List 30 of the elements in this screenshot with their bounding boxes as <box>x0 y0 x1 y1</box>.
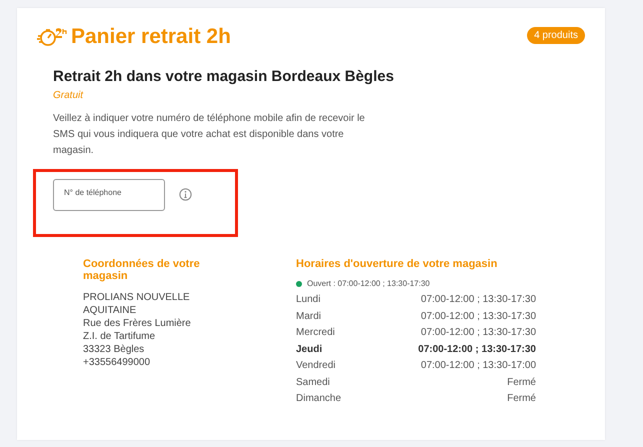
pickup-heading: Retrait 2h dans votre magasin Bordeaux Bègles <box>53 68 395 85</box>
address-line: Rue des Frères Lumière <box>83 317 192 330</box>
hours-value: 07:00-12:00 ; 13:30-17:30 <box>418 344 536 356</box>
day-label: Lundi <box>296 294 320 307</box>
phone-input-field[interactable]: N° de téléphone <box>53 179 165 211</box>
hours-value: 07:00-12:00 ; 13:30-17:30 <box>420 310 536 324</box>
hours-value: 07:00-12:00 ; 13:30-17:30 <box>420 294 536 307</box>
address-line: +33556499000 <box>83 356 152 369</box>
price-text: Gratuit <box>53 90 84 101</box>
day-label: Jeudi <box>296 344 322 356</box>
store-heading: Coordonnées de votre magasin <box>83 258 201 282</box>
day-label: Vendredi <box>296 360 336 373</box>
stopwatch-icon <box>37 27 67 47</box>
hours-value: 07:00-12:00 ; 13:30-17:00 <box>420 360 536 373</box>
hours-heading: Horaires d'ouverture de votre magasin <box>296 258 498 270</box>
hours-value: 07:00-12:00 ; 13:30-17:30 <box>420 327 536 340</box>
hours-value: Fermé <box>507 376 536 390</box>
day-label: Mercredi <box>296 327 335 340</box>
address-line: Z.I. de Tartifume <box>83 330 156 343</box>
day-label: Mardi <box>296 310 322 324</box>
info-icon[interactable] <box>179 188 192 201</box>
product-count-badge: 4 produits <box>527 26 585 44</box>
address-line: 33323 Bègles <box>83 343 146 356</box>
hours-value: Fermé <box>507 393 536 406</box>
day-label: Samedi <box>296 376 330 390</box>
day-label: Dimanche <box>296 393 342 406</box>
notice-text: Veillez à indiquer votre numéro de téléphone mobile afin de recevoir le SMS qui vous indiquera que votre achat est disponible dans votre magasin. <box>53 112 366 158</box>
page-title: Panier retrait 2h <box>71 25 232 49</box>
address-line: PROLIANS NOUVELLE AQUITAINE <box>83 291 191 317</box>
status-text: Ouvert : 07:00-12:00 ; 13:30-17:30 <box>307 279 430 288</box>
